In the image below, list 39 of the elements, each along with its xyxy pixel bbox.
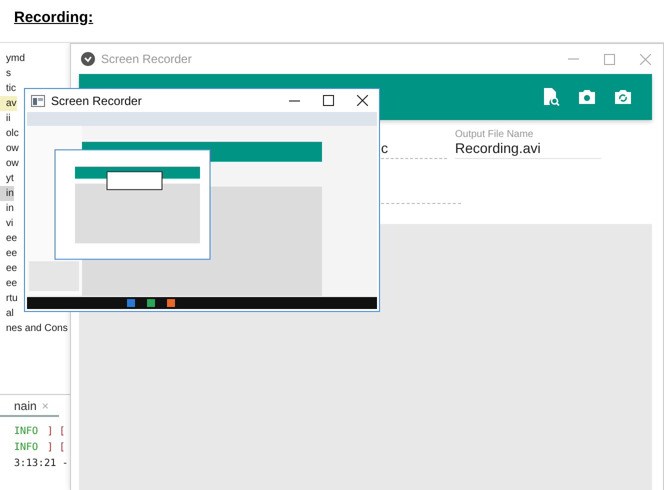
tree-item[interactable]: s <box>0 66 11 81</box>
log-level: INFO <box>14 442 38 453</box>
maximize-icon[interactable] <box>322 95 334 106</box>
log-level: INFO <box>14 426 38 437</box>
minimize-icon[interactable] <box>288 100 300 102</box>
tree-item[interactable]: av <box>0 96 17 111</box>
tree-item[interactable]: ow <box>0 141 19 156</box>
log-text: ] [ <box>47 442 66 453</box>
tree-item[interactable]: al <box>0 306 14 321</box>
tree-item[interactable]: yt <box>0 171 14 186</box>
tree-item[interactable]: in <box>0 186 14 201</box>
camera-icon[interactable] <box>578 88 596 106</box>
console-tab[interactable]: nain × <box>0 399 59 417</box>
section-heading: Recording: <box>14 8 94 28</box>
log-line: 3:13:21 - <box>14 457 68 471</box>
tree-item[interactable]: rtu <box>0 291 18 306</box>
tree-item[interactable]: ee <box>0 276 18 291</box>
window-title: Screen Recorder <box>51 94 142 108</box>
file-search-icon[interactable] <box>542 88 560 106</box>
close-icon[interactable] <box>356 95 368 106</box>
text-field[interactable]: c <box>381 140 447 159</box>
tree-item[interactable]: in <box>0 201 14 216</box>
logo-icon <box>81 52 95 66</box>
tree-item[interactable]: ee <box>0 261 18 276</box>
tree-item[interactable]: ii <box>0 111 10 126</box>
window-title: Screen Recorder <box>101 52 192 66</box>
tree-item[interactable]: vi <box>0 216 14 231</box>
text-field[interactable]: Recording.avi <box>455 140 601 159</box>
tree-item[interactable]: ow <box>0 156 19 171</box>
tree-item[interactable]: ymd <box>0 51 25 66</box>
tree-item[interactable]: nes and Cons <box>0 321 68 336</box>
tree-item[interactable]: tic <box>0 81 16 96</box>
window-icon <box>31 94 45 106</box>
tree-item[interactable]: olc <box>0 126 19 141</box>
camera-switch-icon[interactable] <box>614 88 632 106</box>
log-text: ] [ <box>47 426 66 437</box>
field-label: Output File Name <box>455 129 534 140</box>
tree-item[interactable]: ee <box>0 231 18 246</box>
tree-item[interactable]: ee <box>0 246 18 261</box>
